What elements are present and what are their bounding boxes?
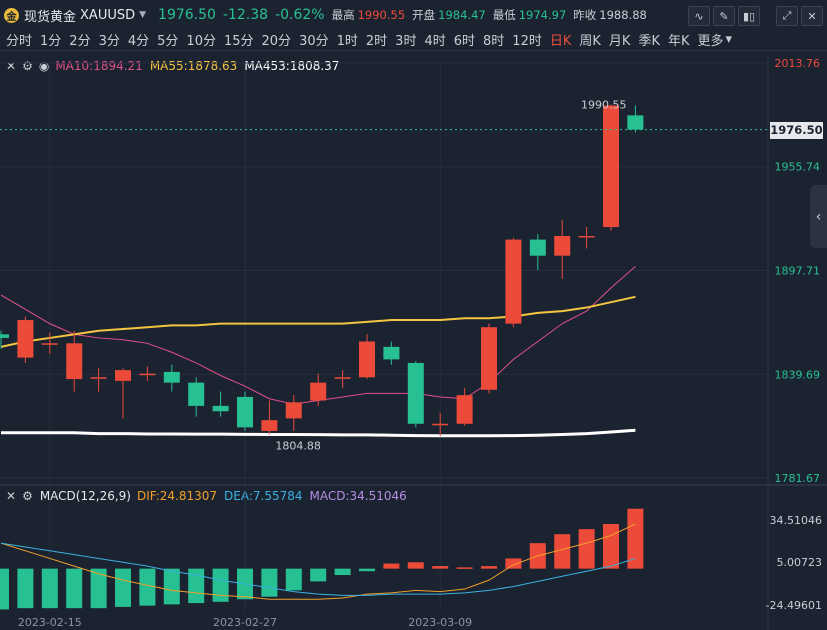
- candle-body: [310, 382, 327, 401]
- macd-histogram-bar: [0, 568, 9, 610]
- min-price-annotation: 1804.88: [275, 439, 321, 452]
- candle: [115, 368, 131, 419]
- macd-histogram-bar: [212, 568, 229, 602]
- candle: [481, 323, 497, 394]
- macd-histogram-bar: [603, 524, 619, 569]
- max-price-annotation: 1990.55: [581, 99, 627, 112]
- candle: [529, 234, 546, 270]
- ma-line-ma453: [1, 428, 636, 438]
- collapse-panel-chevron-icon[interactable]: ‹: [810, 185, 827, 248]
- macd-histogram-bar: [505, 558, 522, 569]
- candle-body: [603, 105, 619, 228]
- candle-body: [529, 239, 546, 256]
- macd-histogram-bar: [115, 568, 131, 607]
- candle-body: [261, 420, 278, 431]
- y-tick-label: 1955.74: [775, 161, 821, 174]
- candle-body: [41, 343, 58, 345]
- candle-body: [359, 341, 375, 378]
- candle-body: [456, 395, 473, 424]
- candle: [456, 388, 473, 426]
- candle-body: [163, 371, 180, 383]
- candle-body: [432, 423, 449, 426]
- macd-histogram-bar: [627, 508, 644, 569]
- candle-body: [66, 343, 83, 380]
- macd-histogram-bar: [481, 566, 497, 569]
- macd-histogram-bar: [456, 567, 473, 569]
- macd-histogram-bar: [90, 568, 107, 609]
- macd-histogram-bar: [41, 568, 58, 609]
- macd-histogram-bar: [310, 568, 327, 582]
- candle: [285, 395, 302, 431]
- candle: [212, 391, 229, 417]
- macd-y-tick-label: -24.49601: [766, 599, 822, 612]
- x-tick-label: 2023-02-27: [213, 616, 277, 629]
- candle-body: [285, 402, 302, 419]
- macd-y-tick-label: 34.51046: [770, 514, 823, 527]
- candle-body: [554, 236, 571, 256]
- candle-body: [407, 362, 424, 424]
- candle: [505, 237, 522, 328]
- candle-body: [90, 377, 107, 379]
- last-price-badge: 1976.50: [770, 121, 823, 139]
- y-tick-label: 2013.76: [775, 57, 821, 70]
- price-chart[interactable]: 2013.76 1955.74 1897.71 1839.69 1781.67 2023-…: [0, 0, 827, 630]
- candle: [383, 341, 400, 365]
- macd-histogram-bar: [261, 568, 278, 597]
- candle: [66, 330, 83, 392]
- candle: [578, 227, 595, 249]
- macd-histogram-bar: [285, 568, 302, 591]
- candle-body: [0, 334, 9, 338]
- macd-histogram-bar: [383, 563, 400, 569]
- candle: [90, 368, 107, 392]
- macd-histogram-bar: [578, 529, 595, 569]
- macd-histogram-bar: [334, 568, 351, 576]
- x-tick-label: 2023-02-15: [18, 616, 82, 629]
- y-tick-label: 1781.67: [775, 472, 821, 485]
- candle-body: [237, 396, 253, 428]
- candle: [163, 364, 180, 392]
- candle: [41, 332, 58, 355]
- candle-body: [17, 320, 34, 358]
- candle-body: [334, 377, 351, 379]
- macd-y-tick-label: 5.00723: [777, 556, 823, 569]
- candle: [359, 334, 375, 380]
- candle: [188, 377, 205, 417]
- macd-histogram-bar: [66, 568, 83, 609]
- candle-body: [383, 346, 400, 360]
- candle-body: [115, 370, 131, 381]
- candle: [261, 400, 278, 435]
- candle-body: [627, 115, 644, 130]
- candle: [432, 413, 449, 437]
- macd-histogram-bar: [432, 566, 449, 569]
- candle-body: [578, 236, 595, 238]
- candle-body: [188, 382, 205, 406]
- x-tick-label: 2023-03-09: [408, 616, 472, 629]
- candle-body: [139, 373, 156, 376]
- y-tick-label: 1897.71: [775, 265, 821, 278]
- candle-body: [505, 239, 522, 324]
- candle: [139, 366, 156, 381]
- candle: [334, 370, 351, 389]
- macd-histogram-bar: [359, 568, 375, 572]
- candle: [17, 316, 34, 363]
- candle: [407, 361, 424, 428]
- candle: [237, 391, 253, 431]
- macd-histogram-bar: [17, 568, 34, 609]
- macd-histogram-bar: [139, 568, 156, 606]
- candle: [603, 104, 619, 231]
- candle-body: [212, 405, 229, 412]
- candle: [627, 105, 644, 133]
- macd-histogram-bar: [163, 568, 180, 605]
- y-tick-label: 1839.69: [775, 368, 821, 381]
- candle-body: [481, 327, 497, 390]
- macd-histogram-bar: [407, 562, 424, 569]
